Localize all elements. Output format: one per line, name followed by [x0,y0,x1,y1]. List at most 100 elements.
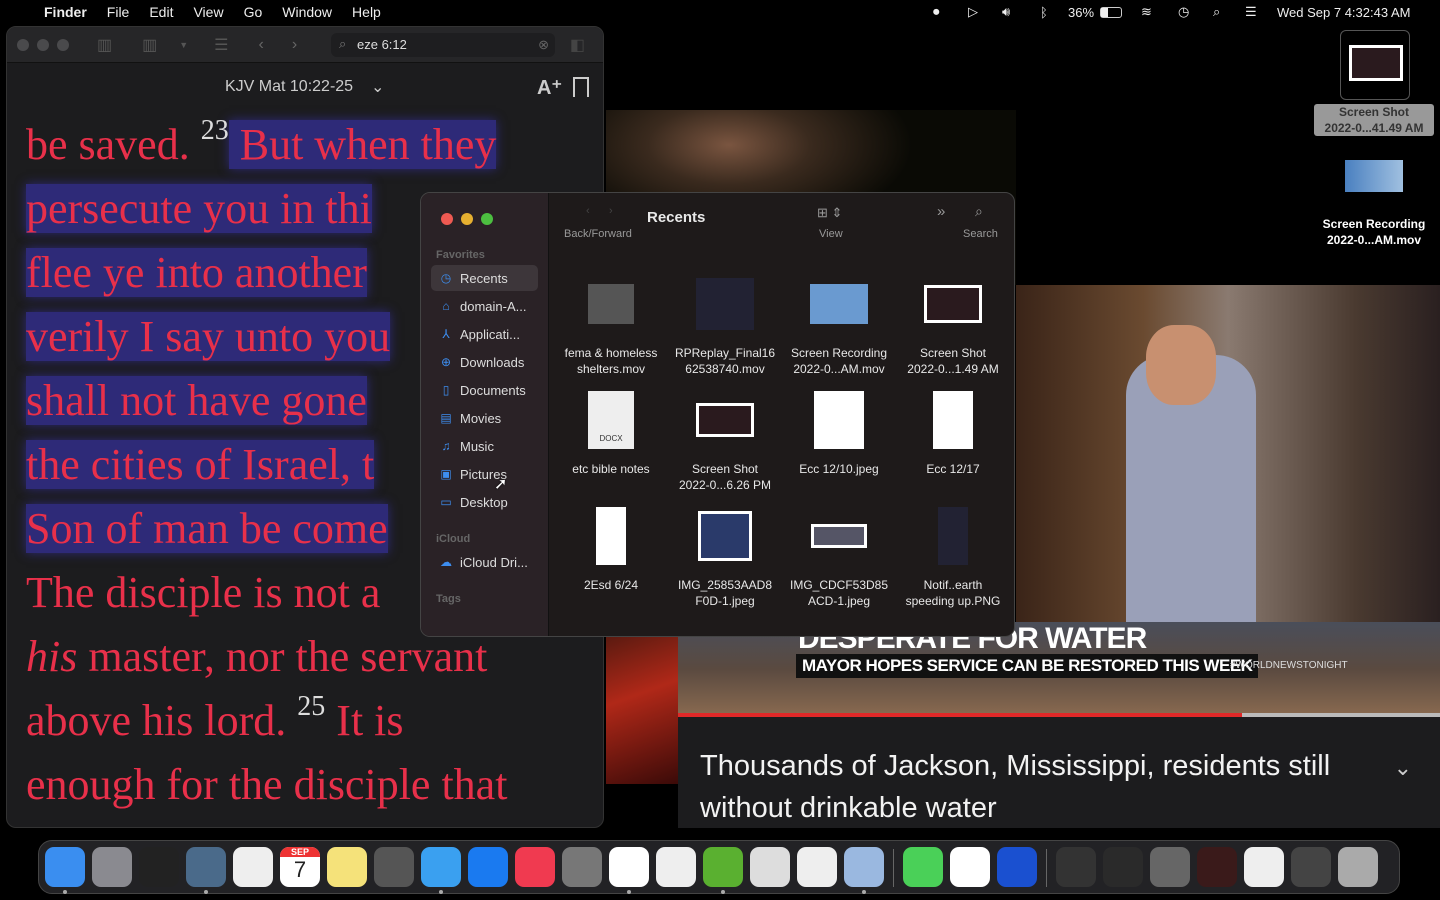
desktop-recording-label[interactable]: Screen Recording 2022-0...AM.mov [1314,216,1434,248]
minimize-button[interactable] [461,213,473,225]
file-item[interactable]: Ecc 12/17 [896,387,1010,477]
desktop-recording-icon[interactable] [1345,160,1403,192]
panel-icon[interactable]: ◧ [570,35,585,55]
dock-recent-doc-5-icon[interactable] [1244,847,1284,887]
dock-system-preferences-icon[interactable] [562,847,602,887]
file-item[interactable]: fema & homeless shelters.mov [554,271,668,377]
dock-migration-icon[interactable] [139,847,179,887]
dropdown-icon[interactable]: ▼ [179,40,188,50]
clear-search-icon[interactable]: ⊗ [538,37,549,53]
file-item[interactable]: RPReplay_Final16 62538740.mov [668,271,782,377]
dock-remote-desktop-icon[interactable] [997,847,1037,887]
dock-ibooks-icon[interactable] [703,847,743,887]
file-item[interactable]: Screen Recording 2022-0...AM.mov [782,271,896,377]
bluetooth-icon[interactable]: ᛒ [1040,0,1048,24]
close-button[interactable] [441,213,453,225]
chevron-down-icon[interactable]: ⌄ [1394,747,1412,789]
time-machine-icon[interactable]: ◷ [1178,0,1189,24]
file-item[interactable]: 2Esd 6/24 [554,503,668,593]
desktop-screenshot-icon[interactable] [1340,30,1410,100]
dock-preview-icon[interactable] [844,847,884,887]
file-item[interactable]: IMG_CDCF53D85 ACD-1.jpeg [782,503,896,609]
battery-icon[interactable] [1100,0,1122,24]
dock-excel-icon[interactable] [950,847,990,887]
dock-launchpad-icon[interactable] [92,847,132,887]
stop-recording-icon[interactable]: ⏺ [933,0,940,24]
sidebar-item-pictures[interactable]: ▣ Pictures [431,461,538,487]
back-icon[interactable]: ‹ [259,36,264,54]
menu-go[interactable]: Go [234,4,273,20]
dock-recent-doc-2-icon[interactable] [1103,847,1143,887]
dock-calendar-icon[interactable]: SEP 7 [280,847,320,887]
chevron-down-icon[interactable]: ⌄ [371,77,384,97]
highlighted-text[interactable]: the cities of Israel, t [26,440,375,489]
dock-app-store-icon[interactable] [468,847,508,887]
dock-disk-utility-icon[interactable] [750,847,790,887]
forward-icon[interactable]: › [292,36,297,54]
bookmark-icon[interactable] [573,77,589,97]
dock-screenshot-icon[interactable] [233,847,273,887]
sidebar-item-desktop[interactable]: ▭ Desktop [431,489,538,515]
list-icon[interactable]: ☰ [214,35,228,55]
dock-recent-doc-6-icon[interactable] [1291,847,1331,887]
menu-view[interactable]: View [183,4,233,20]
dock-music-icon[interactable] [515,847,555,887]
control-center-icon[interactable]: ☰ [1245,0,1257,24]
dock-trash-icon[interactable] [1338,847,1378,887]
minimize-button[interactable] [37,38,49,51]
dock-word-icon[interactable] [609,847,649,887]
zoom-button[interactable] [481,213,493,225]
sidebar-icon[interactable]: ▥ [97,35,112,55]
bible-search-field[interactable]: ⌕ eze 6:12 ⊗ [331,33,555,57]
sidebar-item-music[interactable]: ♫ Music [431,433,538,459]
sidebar-item-icloud-drive[interactable]: ☁ iCloud Dri... [431,549,538,575]
close-button[interactable] [17,38,29,51]
dock-recent-doc-3-icon[interactable] [1150,847,1190,887]
highlighted-text[interactable]: But when they [228,120,497,169]
desktop-screenshot-label[interactable]: Screen Shot 2022-0...41.49 AM [1314,104,1434,136]
menu-help[interactable]: Help [342,4,391,20]
file-item[interactable]: Ecc 12/10.jpeg [782,387,896,477]
sidebar-item-documents[interactable]: ▯ Documents [431,377,538,403]
highlighted-text[interactable]: persecute you in thi [26,184,372,233]
search-icon[interactable]: ⌕ [975,203,983,220]
highlighted-text[interactable]: Son of man be come [26,504,388,553]
volume-icon[interactable]: 🔊︎ [1002,0,1010,24]
file-item[interactable]: DOCX etc bible notes [554,387,668,477]
clock[interactable]: Wed Sep 7 4:32:43 AM [1277,0,1410,24]
icon-view-icon[interactable]: ⊞ ⇕ [817,205,842,221]
menu-app-name[interactable]: Finder [34,4,97,20]
dock-imovie-icon[interactable] [656,847,696,887]
spotlight-search-icon[interactable]: ⌕ [1213,0,1220,24]
file-item[interactable]: Screen Shot 2022-0...6.26 PM [668,387,782,493]
wifi-icon[interactable]: ≋ [1141,0,1152,24]
dock-system-information-icon[interactable] [797,847,837,887]
file-item[interactable]: IMG_25853AAD8 F0D-1.jpeg [668,503,782,609]
menu-file[interactable]: File [97,4,140,20]
zoom-button[interactable] [57,38,69,51]
dock-finder-icon[interactable] [45,847,85,887]
sidebar-item-recents[interactable]: ◷ Recents [431,265,538,291]
file-item[interactable]: Screen Shot 2022-0...1.49 AM [896,271,1010,377]
library-icon[interactable]: ▥ [142,35,157,55]
highlighted-text[interactable]: flee ye into another [26,248,367,297]
sidebar-item-applicati[interactable]: ⅄ Applicati... [431,321,538,347]
dock-photo-booth-icon[interactable] [374,847,414,887]
dock-recent-doc-1-icon[interactable] [1056,847,1096,887]
highlighted-text[interactable]: shall not have gone [26,376,367,425]
dock-notes-icon[interactable] [327,847,367,887]
menu-window[interactable]: Window [272,4,342,20]
sidebar-item-movies[interactable]: ▤ Movies [431,405,538,431]
file-item[interactable]: Notif..earth speeding up.PNG [896,503,1010,609]
passage-reference[interactable]: KJV Mat 10:22-25 [225,78,353,96]
dock-messages-icon[interactable] [903,847,943,887]
sidebar-item-downloads[interactable]: ⊕ Downloads [431,349,538,375]
more-icon[interactable]: » [937,203,945,220]
dock-quicktime-icon[interactable] [186,847,226,887]
forward-icon[interactable]: › [609,205,613,217]
sidebar-item-domaina[interactable]: ⌂ domain-A... [431,293,538,319]
text-size-icon[interactable]: A⁺ [537,75,562,100]
dock-recent-doc-4-icon[interactable] [1197,847,1237,887]
menu-edit[interactable]: Edit [139,4,183,20]
back-icon[interactable]: ‹ [586,205,590,217]
